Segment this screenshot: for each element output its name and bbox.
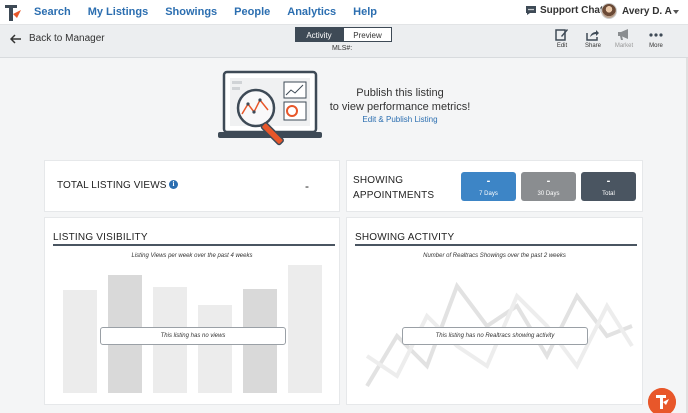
stat-30-days: - 30 Days xyxy=(521,172,576,201)
edit-publish-listing-link[interactable]: Edit & Publish Listing xyxy=(320,115,480,124)
stat-30-days-value: - xyxy=(546,175,551,187)
no-showing-activity-message: This listing has no Realtracs showing ac… xyxy=(402,327,588,345)
showing-activity-title: SHOWING ACTIVITY xyxy=(355,232,455,243)
placeholder-bar xyxy=(63,290,97,393)
megaphone-icon xyxy=(618,29,628,40)
listing-visibility-title: LISTING VISIBILITY xyxy=(53,232,148,243)
mls-number-label: MLS#: xyxy=(332,45,353,52)
chevron-down-icon[interactable] xyxy=(673,10,679,14)
laptop-magnifier-illustration xyxy=(218,70,322,146)
showing-appointments-title-line2: APPOINTMENTS xyxy=(353,190,435,201)
stat-30-days-label: 30 Days xyxy=(537,191,560,197)
nav-link-people[interactable]: People xyxy=(234,5,270,19)
nav-link-search[interactable]: Search xyxy=(34,5,71,19)
support-chat-button[interactable]: Support Chat xyxy=(525,5,603,16)
showing-appointments-title: SHOWING APPOINTMENTS xyxy=(353,173,434,203)
publish-message-line2: to view performance metrics! xyxy=(329,101,471,113)
total-listing-views-value: - xyxy=(305,179,309,193)
share-button[interactable]: Share xyxy=(580,28,606,49)
edit-label: Edit xyxy=(556,43,568,49)
publish-message: Publish this listing to view performance… xyxy=(320,86,480,114)
tab-preview[interactable]: Preview xyxy=(343,27,392,42)
stat-7-days: - 7 Days xyxy=(461,172,516,201)
listing-subheader: Back to Manager Activity Preview MLS#: E… xyxy=(0,25,688,58)
stat-total-value: - xyxy=(606,175,611,187)
nav-link-my-listings[interactable]: My Listings xyxy=(88,5,149,19)
stat-total-label: Total xyxy=(602,191,615,197)
stat-7-days-label: 7 Days xyxy=(479,191,498,197)
share-label: Share xyxy=(584,43,601,49)
market-label: Market xyxy=(614,43,634,49)
tab-activity[interactable]: Activity xyxy=(295,27,343,42)
placeholder-bar xyxy=(288,265,322,393)
chat-launcher-button[interactable] xyxy=(648,388,676,413)
chat-bubble-icon xyxy=(526,6,536,15)
realtracs-logo-icon[interactable] xyxy=(2,2,24,24)
arrow-left-icon xyxy=(10,33,21,44)
showing-appointments-title-line1: SHOWING xyxy=(353,175,404,186)
back-label: Back to Manager xyxy=(29,33,105,44)
nav-link-help[interactable]: Help xyxy=(353,5,377,19)
more-button[interactable]: More xyxy=(643,28,669,49)
user-avatar[interactable] xyxy=(601,3,617,19)
showing-appointments-card: SHOWING APPOINTMENTS - 7 Days - 30 Days … xyxy=(346,160,643,212)
view-tabs: Activity Preview xyxy=(295,27,392,42)
share-icon xyxy=(586,30,599,41)
total-listing-views-title: TOTAL LISTING VIEWS xyxy=(57,180,167,191)
no-views-message: This listing has no views xyxy=(100,327,286,345)
top-navigation: Search My Listings Showings People Analytics… xyxy=(0,0,688,25)
publish-message-line1: Publish this listing xyxy=(356,87,444,99)
listing-visibility-card: LISTING VISIBILITY Listing Views per wee… xyxy=(44,217,340,405)
edit-icon xyxy=(555,29,568,41)
listing-visibility-subtitle: Listing Views per week over the past 4 w… xyxy=(131,253,253,259)
total-listing-views-card: TOTAL LISTING VIEWS i - xyxy=(44,160,340,212)
back-to-manager-link[interactable]: Back to Manager xyxy=(10,33,105,44)
nav-link-showings[interactable]: Showings xyxy=(165,5,217,19)
section-divider xyxy=(53,244,335,246)
support-chat-label: Support Chat xyxy=(540,5,604,16)
edit-button[interactable]: Edit xyxy=(549,28,575,49)
stat-7-days-value: - xyxy=(486,175,491,187)
showing-activity-card: SHOWING ACTIVITY Number of Realtracs Sho… xyxy=(346,217,643,405)
market-button: Market xyxy=(611,28,637,49)
showing-activity-subtitle: Number of Realtracs Showings over the pa… xyxy=(423,253,566,259)
placeholder-bar xyxy=(198,305,232,393)
section-divider xyxy=(355,244,637,246)
more-dots-icon xyxy=(649,33,663,37)
more-label: More xyxy=(649,43,663,49)
user-name[interactable]: Avery D. A xyxy=(622,6,672,17)
stat-total: - Total xyxy=(581,172,636,201)
info-icon[interactable]: i xyxy=(169,180,178,189)
nav-link-analytics[interactable]: Analytics xyxy=(287,5,336,19)
